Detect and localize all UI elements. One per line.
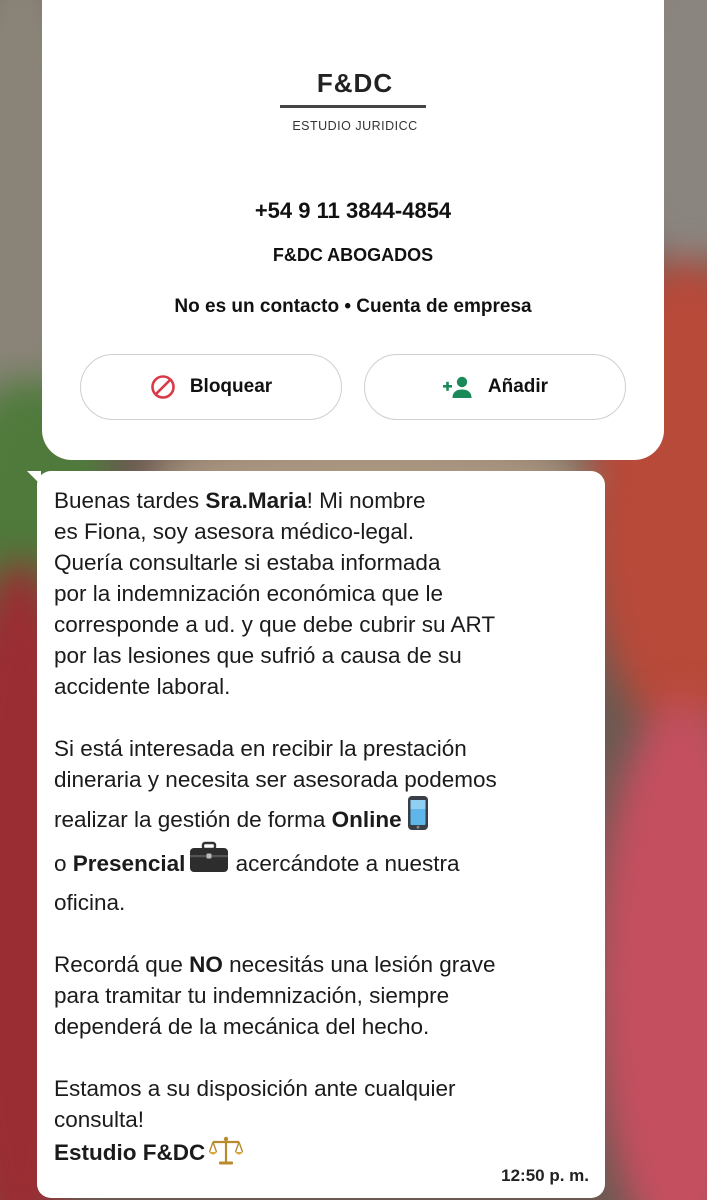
message-line: Si está interesada en recibir la prestac… xyxy=(54,736,467,761)
message-line: Recordá que NO necesitás una lesión grav… xyxy=(54,952,496,977)
add-person-icon xyxy=(442,375,474,399)
message-line: Quería consultarle si estaba informada xyxy=(54,550,441,575)
logo-title: F&DC xyxy=(316,68,394,98)
logo-subtitle: ESTUDIO JURIDICC xyxy=(292,119,418,133)
message-line: dineraria y necesita ser asesorada podem… xyxy=(54,767,497,792)
message-line: por la indemnización económica que le xyxy=(54,581,443,606)
message-line: consulta! xyxy=(54,1107,145,1132)
message-line: realizar la gestión de forma Online xyxy=(54,795,585,841)
message-line: es Fiona, soy asesora médico-legal. xyxy=(54,519,415,544)
add-contact-button[interactable]: Añadir xyxy=(364,354,626,420)
message-line: o Presencial acercándote a nuestra xyxy=(54,841,585,887)
block-button[interactable]: Bloquear xyxy=(80,354,342,420)
logo-divider xyxy=(280,105,426,108)
message-line: corresponde a ud. y que debe cubrir su A… xyxy=(54,612,496,637)
message-line: Buenas tardes Sra.Maria! Mi nombre xyxy=(54,488,426,513)
message-line: dependerá de la mecánica del hecho. xyxy=(54,1014,430,1039)
message-line: por las lesiones que sufrió a causa de s… xyxy=(54,643,462,668)
message-timestamp: 12:50 p. m. xyxy=(501,1166,589,1185)
business-logo: F&DC ESTUDIO JURIDICC xyxy=(280,68,428,133)
message-line: oficina. xyxy=(54,890,126,915)
message-line: para tramitar tu indemnización, siempre xyxy=(54,983,450,1008)
signature: Estudio F&DC xyxy=(54,1139,206,1165)
mobile-phone-icon xyxy=(406,795,430,847)
add-button-label: Añadir xyxy=(487,376,549,397)
message-bubble[interactable]: Buenas tardes Sra.Maria! Mi nombre es Fi… xyxy=(27,471,605,1198)
business-name: F&DC ABOGADOS xyxy=(272,245,434,265)
message-line: Estamos a su disposición ante cualquier xyxy=(54,1076,456,1101)
message-text: Buenas tardes Sra.Maria! Mi nombre es Fi… xyxy=(54,485,585,1173)
business-contact-card: F&DC ESTUDIO JURIDICC +54 9 11 3844-4854… xyxy=(42,0,664,460)
contact-phone-number: +54 9 11 3844-4854 xyxy=(254,198,452,223)
block-icon xyxy=(150,374,176,400)
bubble-tail xyxy=(27,471,41,485)
contact-status: No es un contacto • Cuenta de empresa xyxy=(174,296,532,317)
block-button-label: Bloquear xyxy=(189,376,273,397)
briefcase-icon xyxy=(189,841,229,889)
scales-icon xyxy=(209,1135,244,1173)
message-line: accidente laboral. xyxy=(54,674,231,699)
